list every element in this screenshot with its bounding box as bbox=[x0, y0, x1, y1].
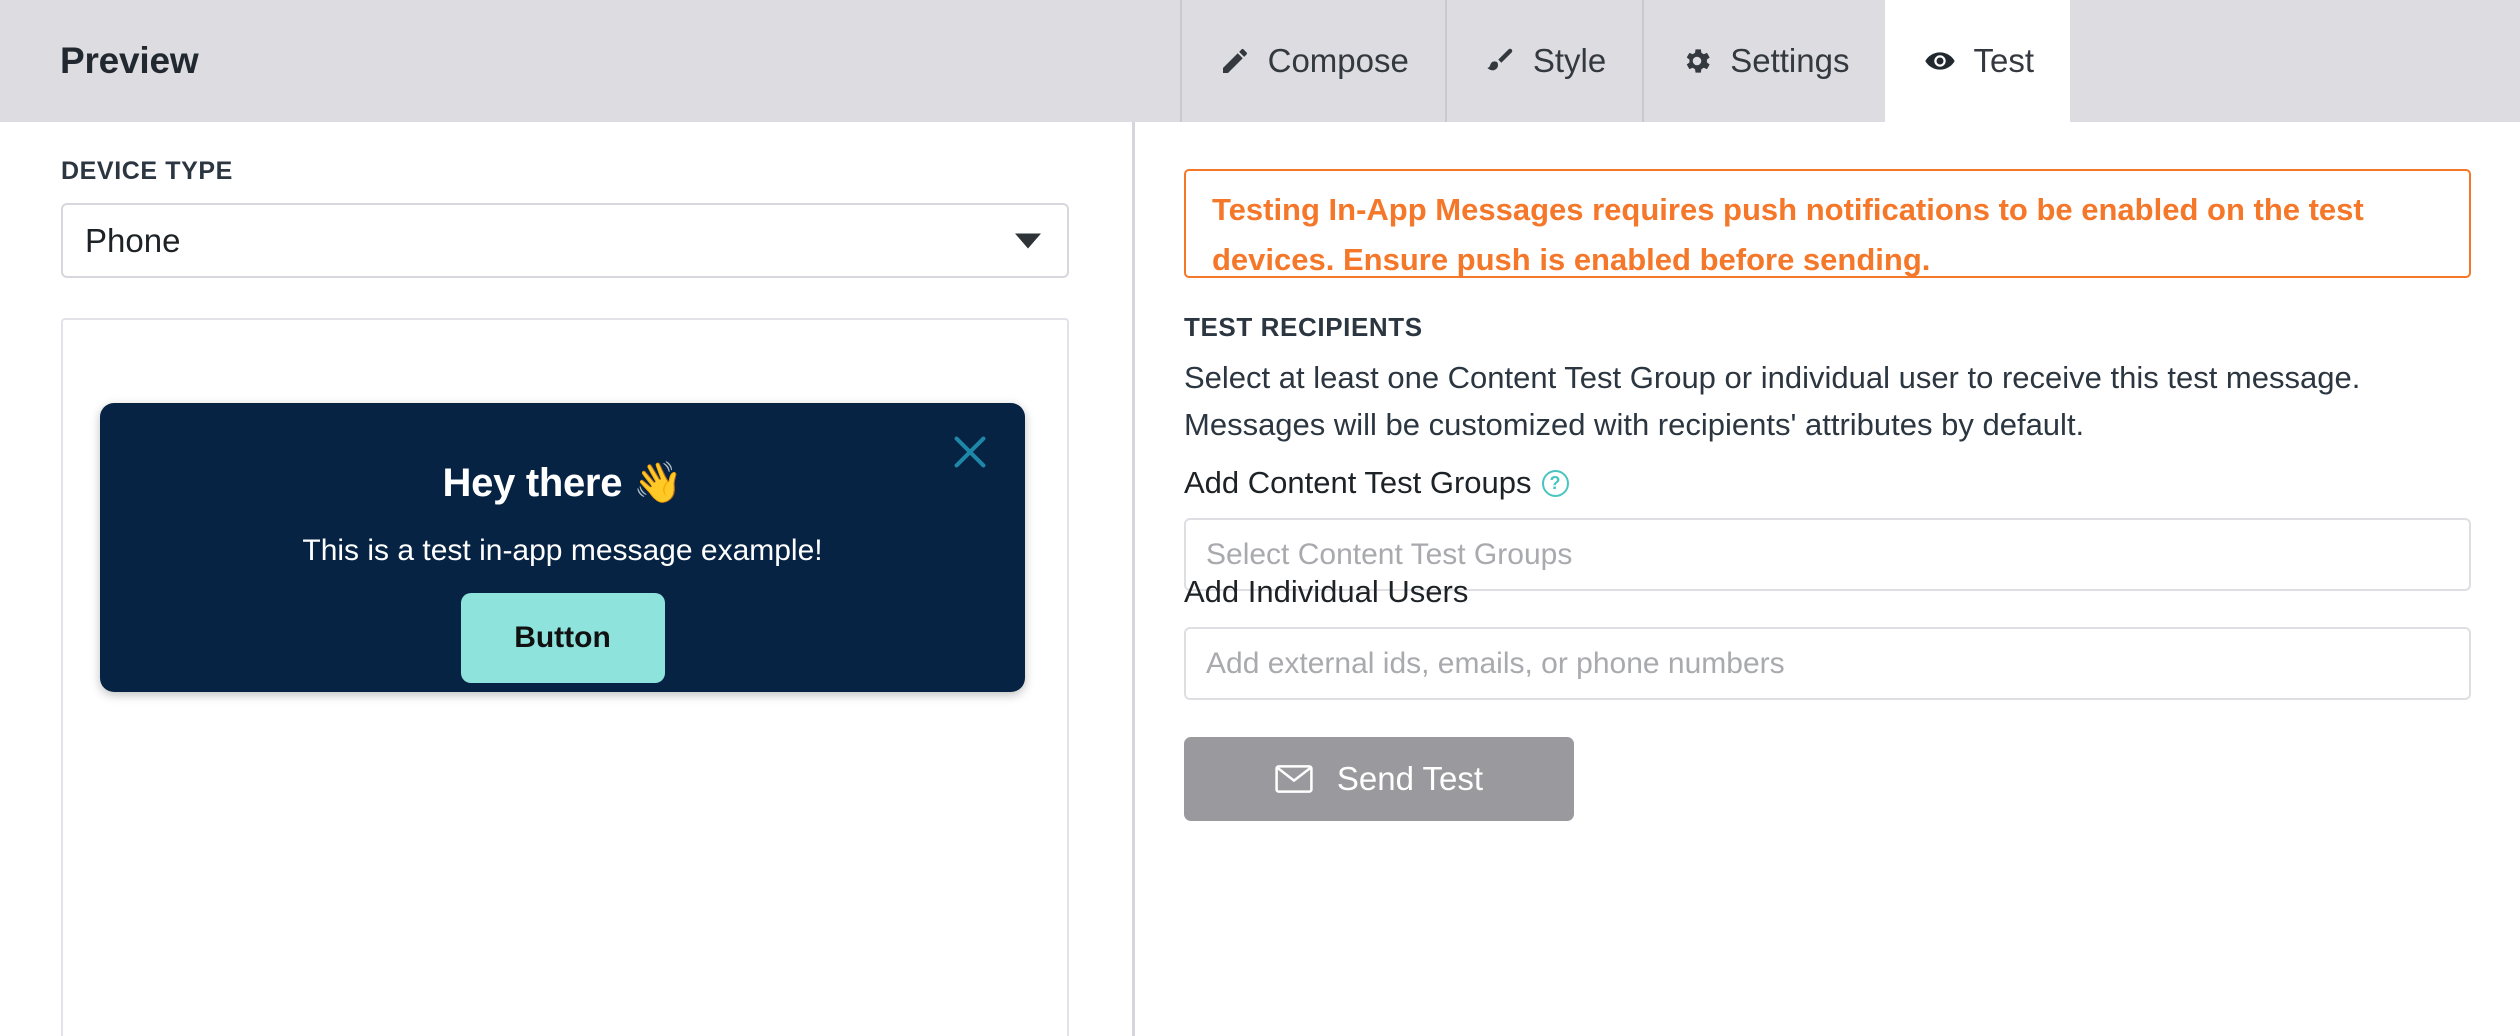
device-type-value: Phone bbox=[85, 221, 181, 259]
envelope-icon bbox=[1275, 764, 1313, 794]
tab-test[interactable]: Test bbox=[1885, 0, 2070, 122]
content-test-groups-label-text: Add Content Test Groups bbox=[1184, 465, 1532, 500]
in-app-message-card: Hey there 👋 This is a test in-app messag… bbox=[100, 403, 1025, 692]
test-recipients-description: Select at least one Content Test Group o… bbox=[1184, 360, 2361, 442]
tab-settings[interactable]: Settings bbox=[1642, 0, 1886, 122]
send-test-button[interactable]: Send Test bbox=[1184, 737, 1574, 821]
tab-compose[interactable]: Compose bbox=[1179, 0, 1445, 122]
content-test-groups-label: Add Content Test Groups ? bbox=[1184, 465, 1569, 501]
individual-users-label: Add Individual Users bbox=[1184, 574, 1468, 610]
send-test-button-label: Send Test bbox=[1336, 760, 1484, 797]
device-type-label: DEVICE TYPE bbox=[61, 157, 233, 185]
app-header: Preview Compose Style Settings Test bbox=[0, 0, 2520, 122]
tab-bar: Compose Style Settings Test bbox=[1179, 0, 2070, 122]
brush-icon bbox=[1483, 44, 1517, 78]
in-app-message-cta-button[interactable]: Button bbox=[460, 593, 665, 683]
individual-users-label-text: Add Individual Users bbox=[1184, 574, 1469, 609]
header-spacer bbox=[198, 0, 1179, 122]
push-warning-text: Testing In-App Messages requires push no… bbox=[1212, 192, 2364, 277]
chevron-down-icon bbox=[1015, 233, 1041, 248]
tab-style-label: Style bbox=[1532, 42, 1607, 79]
preview-panel: DEVICE TYPE Phone Hey there 👋 This is a … bbox=[0, 122, 1132, 1036]
gear-icon bbox=[1680, 44, 1714, 78]
page-title: Preview bbox=[60, 40, 199, 81]
app-root: Preview Compose Style Settings Test DEVI… bbox=[0, 0, 2520, 1036]
tab-test-label: Test bbox=[1973, 42, 2034, 79]
test-recipients-title: TEST RECIPIENTS bbox=[1184, 312, 1423, 342]
push-warning-banner: Testing In-App Messages requires push no… bbox=[1184, 169, 2471, 278]
eye-icon bbox=[1923, 44, 1957, 78]
question-mark-icon[interactable]: ? bbox=[1541, 469, 1569, 497]
in-app-message-header: Hey there 👋 bbox=[442, 461, 683, 505]
phone-preview-frame: Hey there 👋 This is a test in-app messag… bbox=[61, 318, 1069, 1036]
individual-users-input[interactable] bbox=[1184, 627, 2471, 700]
in-app-message-body: This is a test in-app message example! bbox=[302, 534, 823, 567]
tab-style[interactable]: Style bbox=[1444, 0, 1643, 122]
pencil-icon bbox=[1218, 44, 1252, 78]
device-type-select[interactable]: Phone bbox=[61, 203, 1069, 278]
test-panel: Testing In-App Messages requires push no… bbox=[1135, 122, 2520, 1036]
tab-compose-label: Compose bbox=[1267, 42, 1409, 79]
tab-settings-label: Settings bbox=[1730, 42, 1850, 79]
